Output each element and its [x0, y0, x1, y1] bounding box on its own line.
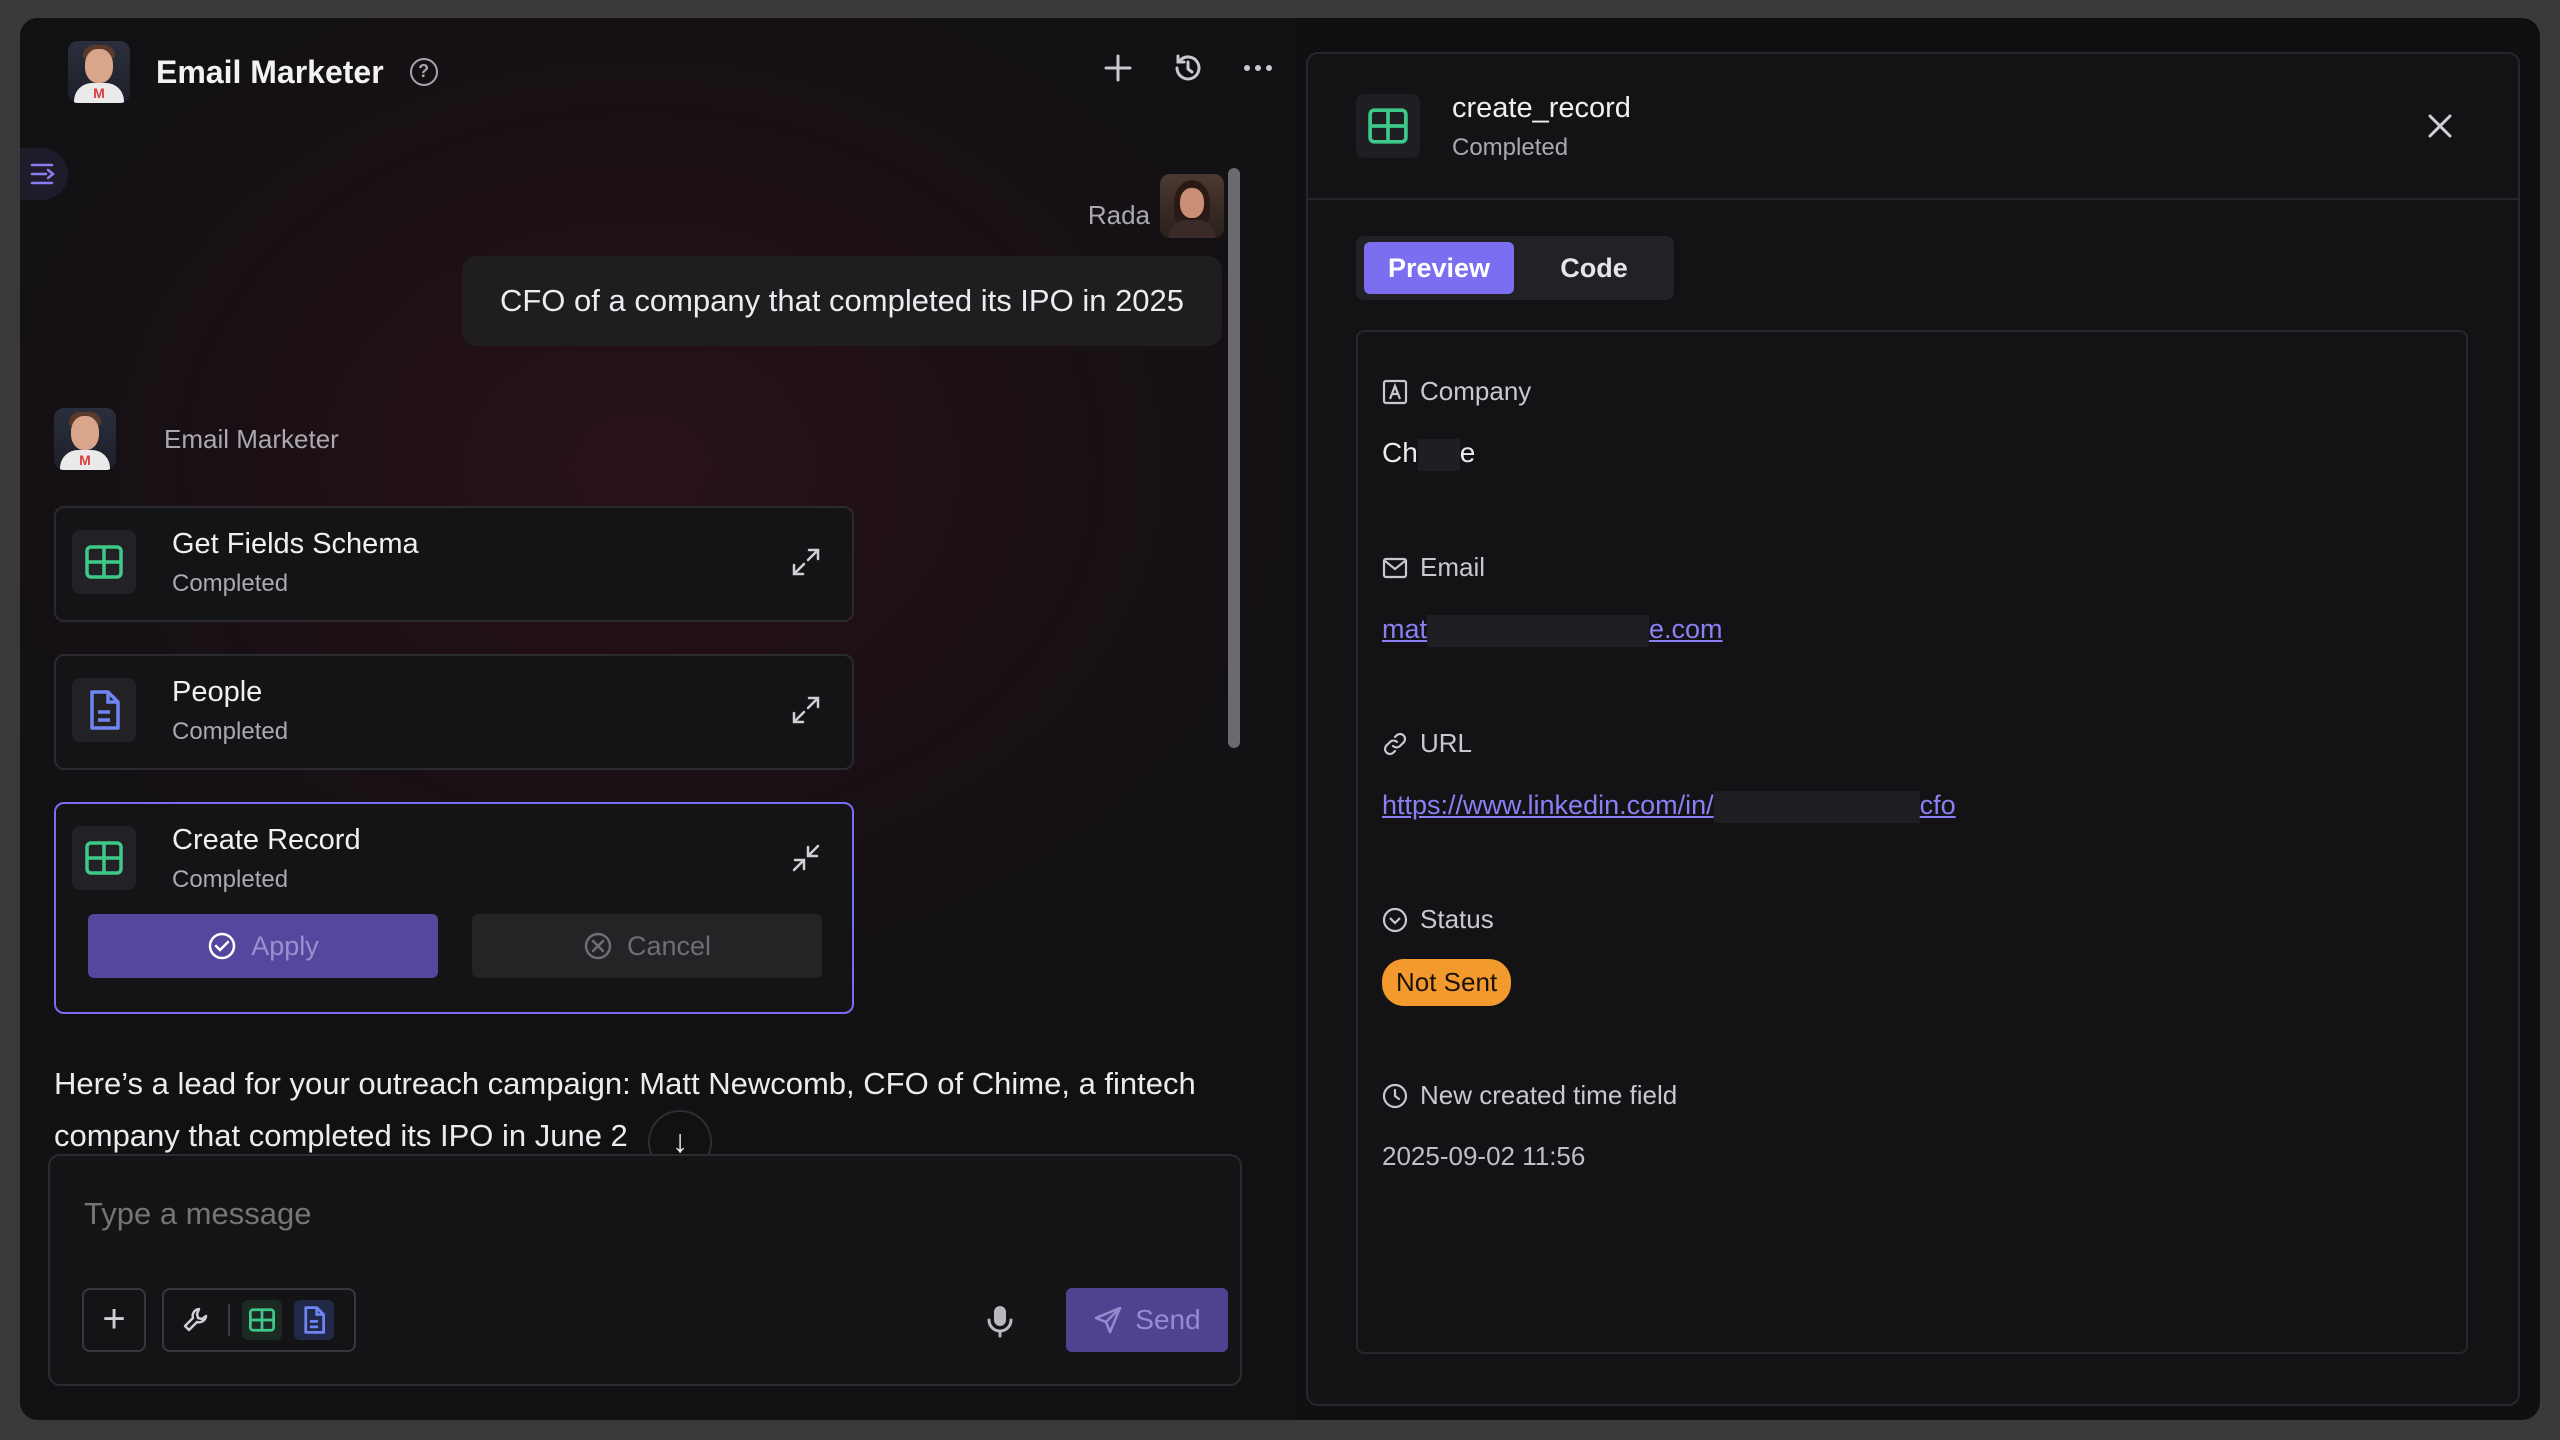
new-chat-button[interactable] — [1098, 48, 1138, 88]
chat-panel: M Email Marketer ? Rada CFO of a company… — [20, 18, 1296, 1420]
more-icon — [1244, 65, 1272, 71]
header-actions — [1098, 48, 1278, 88]
field-label: Email — [1420, 552, 1486, 582]
field-label: Company — [1420, 376, 1532, 406]
field-email: Email mat e.com — [1382, 552, 1723, 647]
field-label: New created time field — [1420, 1080, 1678, 1110]
app-window: M Email Marketer ? Rada CFO of a company… — [20, 18, 2540, 1420]
apply-label: Apply — [251, 930, 319, 961]
agent-avatar-small: M — [54, 408, 116, 470]
collapse-icon[interactable] — [790, 842, 822, 874]
chat-header: M Email Marketer ? — [68, 38, 1278, 106]
tab-preview[interactable]: Preview — [1364, 242, 1514, 294]
apply-button[interactable]: Apply — [88, 914, 438, 978]
history-icon — [1175, 54, 1201, 81]
table-icon — [1356, 94, 1420, 158]
document-icon — [72, 678, 136, 742]
tool-card-create-record[interactable]: Create Record Completed Apply Cancel — [54, 802, 854, 1014]
tool-status: Completed — [172, 718, 289, 745]
sidebar-toggle-icon — [30, 163, 56, 185]
agent-avatar: M — [68, 41, 130, 103]
scrollbar[interactable] — [1228, 168, 1240, 748]
sidebar-toggle-button[interactable] — [20, 148, 68, 200]
table-icon — [72, 530, 136, 594]
redaction-mask — [1713, 790, 1920, 823]
link-icon — [1383, 732, 1407, 755]
document-icon — [304, 1306, 325, 1334]
mail-icon — [1382, 557, 1408, 578]
send-button[interactable]: Send — [1066, 1288, 1228, 1352]
history-button[interactable] — [1168, 48, 1208, 88]
wrench-icon — [183, 1307, 208, 1332]
plus-icon: + — [102, 1297, 126, 1341]
send-icon — [1095, 1306, 1122, 1334]
wrench-button[interactable] — [176, 1300, 216, 1340]
email-value[interactable]: mat e.com — [1382, 613, 1723, 647]
tab-code[interactable]: Code — [1522, 242, 1666, 294]
tool-title: People — [172, 676, 263, 708]
microphone-icon[interactable] — [980, 1300, 1020, 1340]
clock-icon — [1382, 1083, 1408, 1108]
user-message-bubble: CFO of a company that completed its IPO … — [462, 256, 1222, 346]
agent-message-header: M Email Marketer — [54, 408, 339, 470]
message-input[interactable] — [84, 1196, 984, 1232]
tool-status: Completed — [172, 570, 289, 597]
created-time-value: 2025-09-02 11:56 — [1382, 1141, 1586, 1171]
plus-icon — [1104, 54, 1132, 82]
tool-title: Get Fields Schema — [172, 528, 419, 560]
table-icon — [249, 1308, 275, 1332]
help-icon[interactable]: ? — [409, 58, 438, 86]
tool-status: Completed — [172, 866, 289, 893]
table-tool-button[interactable] — [242, 1300, 282, 1340]
record-preview: Company Ch e Email mat e.com URL https://w… — [1356, 330, 2468, 1354]
table-icon — [72, 826, 136, 890]
status-badge: Not Sent — [1382, 959, 1512, 1006]
send-label: Send — [1135, 1304, 1201, 1335]
field-company: Company Ch e — [1382, 376, 1531, 471]
field-label: URL — [1420, 728, 1473, 758]
cancel-button[interactable]: Cancel — [472, 914, 822, 978]
close-icon[interactable] — [2422, 108, 2458, 144]
field-status: Status Not Sent — [1382, 904, 1512, 1006]
expand-icon[interactable] — [790, 694, 822, 726]
document-tool-button[interactable] — [294, 1300, 334, 1340]
panel-title: create_record — [1452, 92, 1631, 124]
status-icon — [1382, 907, 1408, 932]
record-detail-panel: create_record Completed Preview Code Com… — [1306, 52, 2520, 1406]
cancel-label: Cancel — [626, 930, 712, 961]
tools-group — [162, 1288, 356, 1352]
field-label: Status — [1420, 904, 1494, 934]
url-value[interactable]: https://www.linkedin.com/in/cfo — [1382, 789, 1956, 823]
company-value: Ch e — [1382, 437, 1531, 471]
panel-header: create_record Completed — [1308, 54, 2518, 200]
text-field-icon — [1382, 379, 1408, 404]
expand-icon[interactable] — [790, 546, 822, 578]
x-circle-icon — [584, 932, 612, 960]
panel-status: Completed — [1452, 134, 1569, 161]
view-tabs: Preview Code — [1356, 236, 1674, 300]
attach-button[interactable]: + — [82, 1288, 146, 1352]
tool-card-people[interactable]: People Completed — [54, 654, 854, 770]
composer: + Send — [48, 1154, 1242, 1386]
user-name: Rada — [1087, 200, 1150, 230]
user-avatar — [1160, 174, 1224, 238]
field-created-time: New created time field 2025-09-02 11:56 — [1382, 1080, 1677, 1172]
check-circle-icon — [208, 932, 236, 960]
tool-card-get-fields-schema[interactable]: Get Fields Schema Completed — [54, 506, 854, 622]
divider — [228, 1304, 230, 1336]
agent-name: Email Marketer — [164, 423, 339, 454]
field-url: URL https://www.linkedin.com/in/cfo — [1382, 728, 1956, 823]
more-button[interactable] — [1238, 48, 1278, 88]
tool-title: Create Record — [172, 824, 361, 856]
redaction-mask — [1417, 438, 1460, 471]
redaction-mask — [1427, 614, 1650, 647]
page-title: Email Marketer — [156, 53, 384, 90]
